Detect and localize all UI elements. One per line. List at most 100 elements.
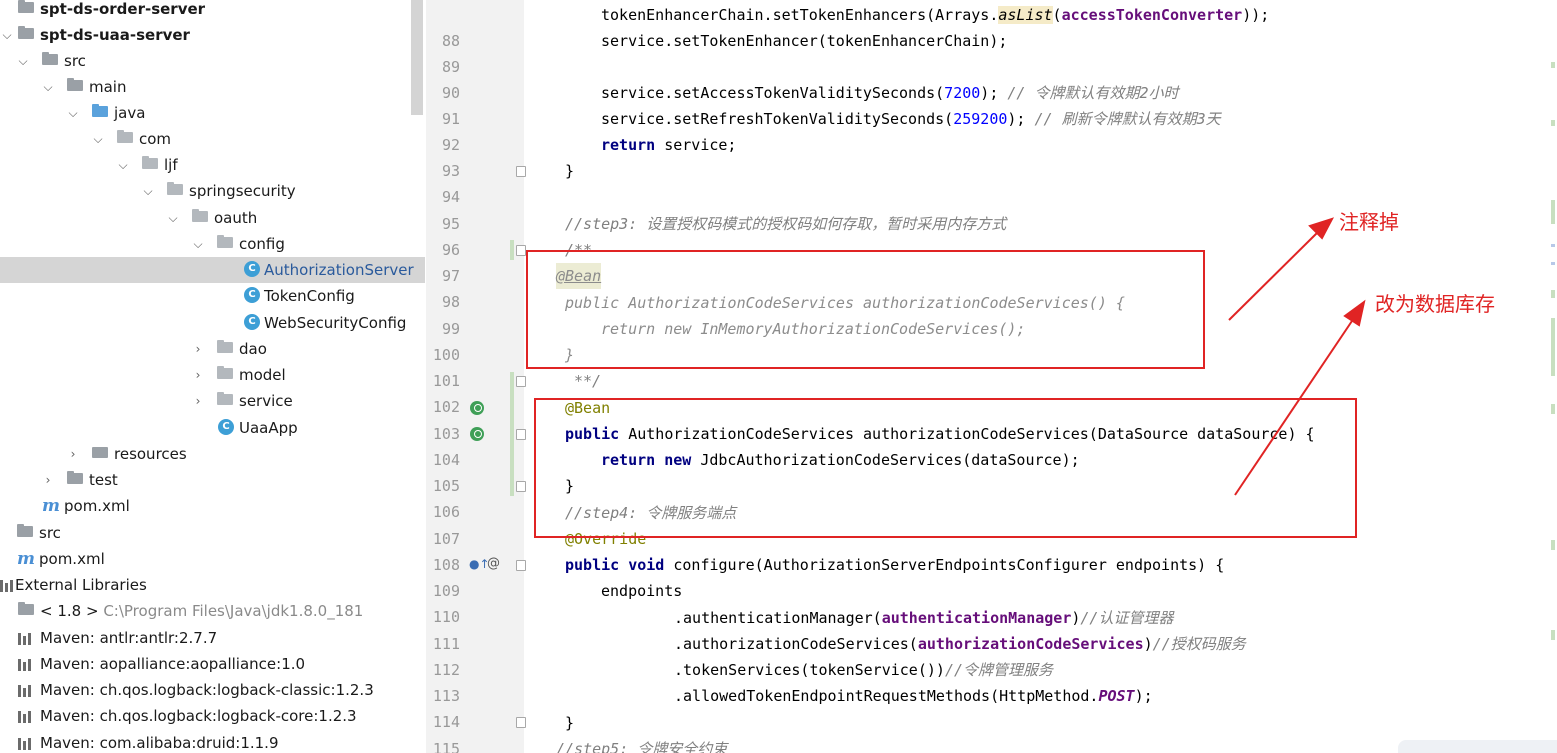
code-line[interactable]: 91 service.setAccessTokenValiditySeconds… bbox=[426, 80, 1557, 128]
tree-item-root-pom[interactable]: m pom.xml bbox=[0, 546, 425, 572]
package-icon bbox=[117, 130, 133, 143]
annotation-change-to-db: 改为数据库存 bbox=[1375, 292, 1495, 316]
chevron-down-icon[interactable]: ⌵ bbox=[141, 178, 155, 204]
tree-item-dao[interactable]: › dao bbox=[0, 336, 425, 362]
tree-item-module-pom[interactable]: m pom.xml bbox=[0, 493, 425, 519]
chevron-down-icon[interactable]: ⌵ bbox=[116, 152, 130, 178]
tree-item-order-server[interactable]: spt-ds-order-server bbox=[0, 0, 425, 22]
tree-item-ljf[interactable]: ⌵ ljf bbox=[0, 152, 425, 178]
jdk-icon bbox=[18, 602, 34, 615]
package-icon bbox=[217, 235, 233, 248]
package-icon bbox=[217, 340, 233, 353]
tree-item-config[interactable]: ⌵ config bbox=[0, 231, 425, 257]
library-icon bbox=[18, 631, 32, 645]
code-line[interactable]: 113 .tokenServices(tokenService())//令牌管理… bbox=[426, 657, 1557, 705]
code-text: ); bbox=[1134, 687, 1153, 705]
code-line[interactable]: 92 service.setRefreshTokenValiditySecond… bbox=[426, 106, 1557, 154]
chevron-down-icon[interactable]: ⌵ bbox=[41, 74, 55, 100]
tree-item-library[interactable]: Maven: ch.qos.logback:logback-classic:1.… bbox=[0, 677, 425, 703]
stripe-mark[interactable] bbox=[1551, 244, 1555, 247]
tree-item-src[interactable]: ⌵ src bbox=[0, 48, 425, 74]
tree-item-springsecurity[interactable]: ⌵ springsecurity bbox=[0, 178, 425, 204]
code-text: } bbox=[565, 162, 575, 180]
chevron-down-icon[interactable]: ⌵ bbox=[91, 126, 105, 152]
code-line[interactable]: 93 return service; bbox=[426, 132, 1557, 180]
tree-item-library[interactable]: Maven: aopalliance:aopalliance:1.0 bbox=[0, 651, 425, 677]
code-text: service.setTokenEnhancer(tokenEnhancerCh… bbox=[601, 32, 1008, 50]
tree-item-jdk[interactable]: < 1.8 > C:\Program Files\Java\jdk1.8.0_1… bbox=[0, 598, 425, 624]
tree-item-uaa-app[interactable]: C UaaApp bbox=[0, 415, 425, 441]
code-comment: //step5: 令牌安全约束 bbox=[556, 740, 728, 753]
tree-item-web-security-config[interactable]: C WebSecurityConfig bbox=[0, 310, 425, 336]
tree-item-library[interactable]: Maven: com.alibaba:druid:1.1.9 bbox=[0, 730, 425, 753]
chevron-down-icon[interactable]: ⌵ bbox=[0, 22, 14, 48]
stripe-mark[interactable] bbox=[1551, 540, 1555, 550]
code-line[interactable]: 94 } bbox=[426, 158, 1557, 206]
tree-item-authorization-server[interactable]: C AuthorizationServer bbox=[0, 257, 425, 283]
stripe-mark[interactable] bbox=[1551, 62, 1555, 68]
code-line[interactable]: 89 service.setTokenEnhancer(tokenEnhance… bbox=[426, 28, 1557, 76]
code-text: ); bbox=[1007, 110, 1035, 128]
stripe-mark[interactable] bbox=[1551, 120, 1555, 126]
package-icon bbox=[192, 209, 208, 222]
chevron-down-icon[interactable]: ⌵ bbox=[191, 231, 205, 257]
stripe-mark[interactable] bbox=[1551, 630, 1555, 640]
code-line[interactable]: 110 endpoints bbox=[426, 578, 1557, 626]
code-text: .allowedTokenEndpointRequestMethods(Http… bbox=[674, 687, 1099, 705]
tree-item-root-src[interactable]: src bbox=[0, 520, 425, 546]
tree-item-uaa-server[interactable]: ⌵ spt-ds-uaa-server bbox=[0, 22, 425, 48]
code-comment: **/ bbox=[574, 372, 602, 390]
package-icon bbox=[217, 392, 233, 405]
tree-item-token-config[interactable]: C TokenConfig bbox=[0, 283, 425, 309]
tree-item-java[interactable]: ⌵ java bbox=[0, 100, 425, 126]
folder-icon bbox=[67, 471, 83, 484]
tree-item-test[interactable]: › test bbox=[0, 467, 425, 493]
code-field: authenticationManager bbox=[881, 609, 1072, 627]
code-field: accessTokenConverter bbox=[1061, 6, 1243, 24]
code-line[interactable]: 115 } bbox=[426, 710, 1557, 753]
tree-item-library[interactable]: Maven: ch.qos.logback:logback-core:1.2.3 bbox=[0, 703, 425, 729]
error-stripe[interactable] bbox=[1543, 0, 1557, 753]
chevron-down-icon[interactable]: ⌵ bbox=[66, 100, 80, 126]
tree-item-resources[interactable]: › resources bbox=[0, 441, 425, 467]
code-line[interactable]: 111 .authenticationManager(authenticatio… bbox=[426, 605, 1557, 653]
tree-item-model[interactable]: › model bbox=[0, 362, 425, 388]
package-icon bbox=[217, 366, 233, 379]
highlight-box-jdbc bbox=[534, 398, 1357, 538]
code-line[interactable]: 109 public void configure(AuthorizationS… bbox=[426, 552, 1557, 600]
tree-item-service[interactable]: › service bbox=[0, 388, 425, 414]
tree-item-main[interactable]: ⌵ main bbox=[0, 74, 425, 100]
stripe-mark[interactable] bbox=[1551, 318, 1555, 376]
project-tree-panel: spt-ds-order-server ⌵ spt-ds-uaa-server … bbox=[0, 0, 425, 753]
chevron-down-icon[interactable]: ⌵ bbox=[166, 205, 180, 231]
jdk-path: C:\Program Files\Java\jdk1.8.0_181 bbox=[103, 602, 364, 620]
code-line[interactable]: 88 tokenEnhancerChain.setTokenEnhancers(… bbox=[426, 2, 1557, 50]
code-comment: //授权码服务 bbox=[1152, 635, 1246, 653]
chevron-right-icon[interactable]: › bbox=[66, 441, 80, 467]
code-editor[interactable]: ●↑ @ 88 tokenEnhancerChain.setTokenEnhan… bbox=[426, 0, 1557, 753]
stripe-mark[interactable] bbox=[1551, 262, 1555, 265]
tree-item-oauth[interactable]: ⌵ oauth bbox=[0, 205, 425, 231]
stripe-mark[interactable] bbox=[1551, 404, 1555, 414]
code-line[interactable]: 116 //step5: 令牌安全约束 bbox=[426, 736, 1557, 753]
code-line[interactable]: 90 bbox=[426, 54, 1557, 102]
source-folder-icon bbox=[92, 104, 108, 117]
tree-item-library[interactable]: Maven: antlr:antlr:2.7.7 bbox=[0, 625, 425, 651]
class-icon: C bbox=[244, 261, 260, 277]
stripe-mark[interactable] bbox=[1551, 200, 1555, 224]
tree-item-com[interactable]: ⌵ com bbox=[0, 126, 425, 152]
stripe-mark[interactable] bbox=[1551, 290, 1555, 298]
chevron-right-icon[interactable]: › bbox=[191, 336, 205, 362]
chevron-down-icon[interactable]: ⌵ bbox=[16, 48, 30, 74]
chevron-right-icon[interactable]: › bbox=[191, 388, 205, 414]
code-text: .authenticationManager( bbox=[674, 609, 882, 627]
chevron-right-icon[interactable]: › bbox=[191, 362, 205, 388]
notification-popup-edge[interactable] bbox=[1398, 740, 1557, 753]
jdk-version: < 1.8 > bbox=[40, 602, 99, 620]
package-icon bbox=[142, 156, 158, 169]
code-line[interactable]: 114 .allowedTokenEndpointRequestMethods(… bbox=[426, 683, 1557, 731]
tree-item-external-libraries[interactable]: External Libraries bbox=[0, 572, 425, 598]
code-line[interactable]: 112 .authorizationCodeServices(authoriza… bbox=[426, 631, 1557, 679]
code-line[interactable]: 102 **/ bbox=[426, 368, 1557, 416]
chevron-right-icon[interactable]: › bbox=[41, 467, 55, 493]
